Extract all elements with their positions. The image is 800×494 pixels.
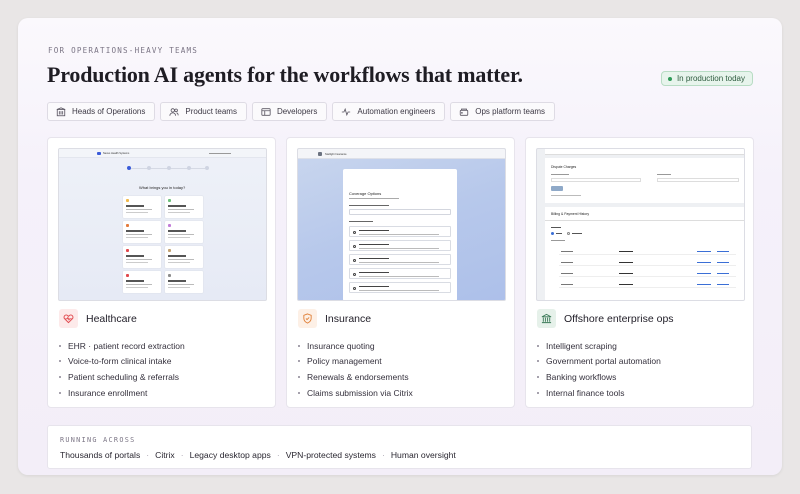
shield-icon [298,309,317,328]
status-dot-icon [667,76,672,81]
chip-heads-of-operations[interactable]: Heads of Operations [47,102,156,121]
healthcare-org-name: Nexus Health Systems [103,152,130,155]
chip-label: Developers [276,107,318,116]
chip-product-teams[interactable]: Product teams [160,102,247,121]
list-item: EHR · patient record extraction [59,338,185,354]
chip-label: Product teams [185,107,237,116]
industry-header: Insurance [298,309,371,328]
chip-ops-platform-teams[interactable]: Ops platform teams [450,102,556,121]
list-item: Patient scheduling & referrals [59,369,185,385]
industry-title: Offshore enterprise ops [564,312,674,325]
industry-card-insurance[interactable]: Starlight Insurance Coverage Options Ins… [286,137,515,408]
insurance-heading: Coverage Options [349,191,382,196]
industry-card-offshore[interactable]: Dispute Charges Billing & Payment Histor… [525,137,754,408]
insurance-screenshot: Starlight Insurance Coverage Options [297,148,506,301]
industry-card-healthcare[interactable]: Nexus Health Systems What brings you in … [47,137,276,408]
industry-bullets: Insurance quoting Policy management Rene… [298,338,413,400]
offshore-section-dispute: Dispute Charges [551,165,577,169]
list-item: Policy management [298,354,413,370]
industry-title: Insurance [325,312,372,325]
status-badge-label: In production today [676,74,745,83]
chip-label: Automation engineers [357,107,436,116]
feature-card: FOR OPERATIONS-HEAVY TEAMS Production AI… [18,18,782,475]
platform-item: Legacy desktop apps [189,450,271,460]
audience-chips: Heads of Operations Product teams Develo… [47,102,556,121]
healthcare-screenshot: Nexus Health Systems What brings you in … [58,148,267,301]
chip-developers[interactable]: Developers [251,102,328,121]
separator: · [381,450,385,460]
eyebrow-label: FOR OPERATIONS-HEAVY TEAMS [48,46,199,55]
activity-icon [342,107,351,116]
industry-bullets: EHR · patient record extraction Voice-to… [59,338,185,400]
bank-icon [537,309,556,328]
offshore-screenshot: Dispute Charges Billing & Payment Histor… [536,148,745,301]
separator: · [276,450,280,460]
industry-columns: Nexus Health Systems What brings you in … [47,137,754,408]
industry-bullets: Intelligent scraping Government portal a… [537,338,661,400]
heart-pulse-icon [59,309,78,328]
running-across-panel: RUNNING ACROSS Thousands of portals · Ci… [47,425,752,469]
running-across-list: Thousands of portals · Citrix · Legacy d… [60,450,456,460]
platform-item: VPN-protected systems [285,450,376,460]
list-item: Claims submission via Citrix [298,385,413,401]
platform-item: Citrix [155,450,175,460]
offshore-section-billing: Billing & Payment History [551,212,590,216]
page-title: Production AI agents for the workflows t… [47,62,523,87]
industry-header: Healthcare [59,309,137,328]
list-item: Government portal automation [537,354,661,370]
chip-automation-engineers[interactable]: Automation engineers [332,102,446,121]
chip-label: Ops platform teams [475,107,546,116]
server-icon [460,108,469,116]
separator: · [146,450,150,460]
list-item: Banking workflows [537,369,661,385]
platform-item: Thousands of portals [60,450,141,460]
window-icon [261,107,271,116]
list-item: Intelligent scraping [537,338,661,354]
users-icon [169,107,179,116]
industry-header: Offshore enterprise ops [537,309,674,328]
separator: · [180,450,184,460]
list-item: Renewals & endorsements [298,369,413,385]
industry-title: Healthcare [86,312,137,325]
list-item: Insurance quoting [298,338,413,354]
list-item: Insurance enrollment [59,385,185,401]
building-icon [56,106,66,116]
list-item: Voice-to-form clinical intake [59,354,185,370]
status-badge: In production today [660,71,753,86]
platform-item: Human oversight [390,450,456,460]
chip-label: Heads of Operations [72,107,146,116]
insurance-org-name: Starlight Insurance [325,152,347,156]
list-item: Internal finance tools [537,385,661,401]
healthcare-prompt: What brings you in today? [139,185,186,190]
running-across-label: RUNNING ACROSS [60,436,136,444]
